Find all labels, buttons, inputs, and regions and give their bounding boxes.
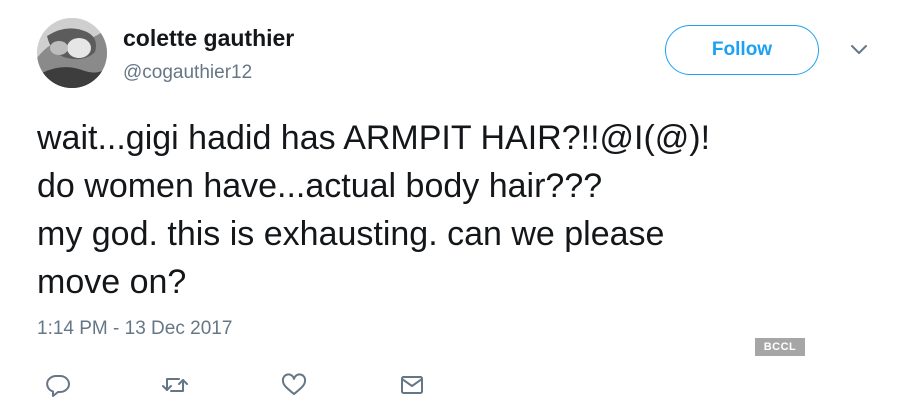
reply-icon[interactable] (44, 372, 72, 398)
tweet-timestamp[interactable]: 1:14 PM - 13 Dec 2017 (37, 318, 232, 340)
user-handle[interactable]: @cogauthier12 (123, 62, 252, 84)
chevron-down-icon[interactable] (848, 42, 870, 58)
tweet-text-line: my god. this is exhausting. can we pleas… (37, 215, 665, 253)
tweet-actions (0, 370, 900, 400)
avatar[interactable] (37, 18, 107, 88)
avatar-photo (37, 18, 107, 88)
tweet-text-line: wait...gigi hadid has ARMPIT HAIR?!!@I(@… (37, 119, 711, 157)
watermark-badge: BCCL (755, 338, 805, 356)
like-icon[interactable] (280, 372, 308, 398)
follow-button[interactable]: Follow (665, 25, 819, 75)
display-name[interactable]: colette gauthier (123, 25, 294, 52)
tweet-text-line: move on? (37, 263, 187, 301)
tweet-card: colette gauthier @cogauthier12 Follow wa… (0, 0, 900, 404)
tweet-text: wait...gigi hadid has ARMPIT HAIR?!!@I(@… (37, 114, 857, 306)
direct-message-icon[interactable] (398, 372, 426, 398)
tweet-text-line: do women have...actual body hair??? (37, 167, 603, 205)
retweet-icon[interactable] (161, 372, 189, 398)
